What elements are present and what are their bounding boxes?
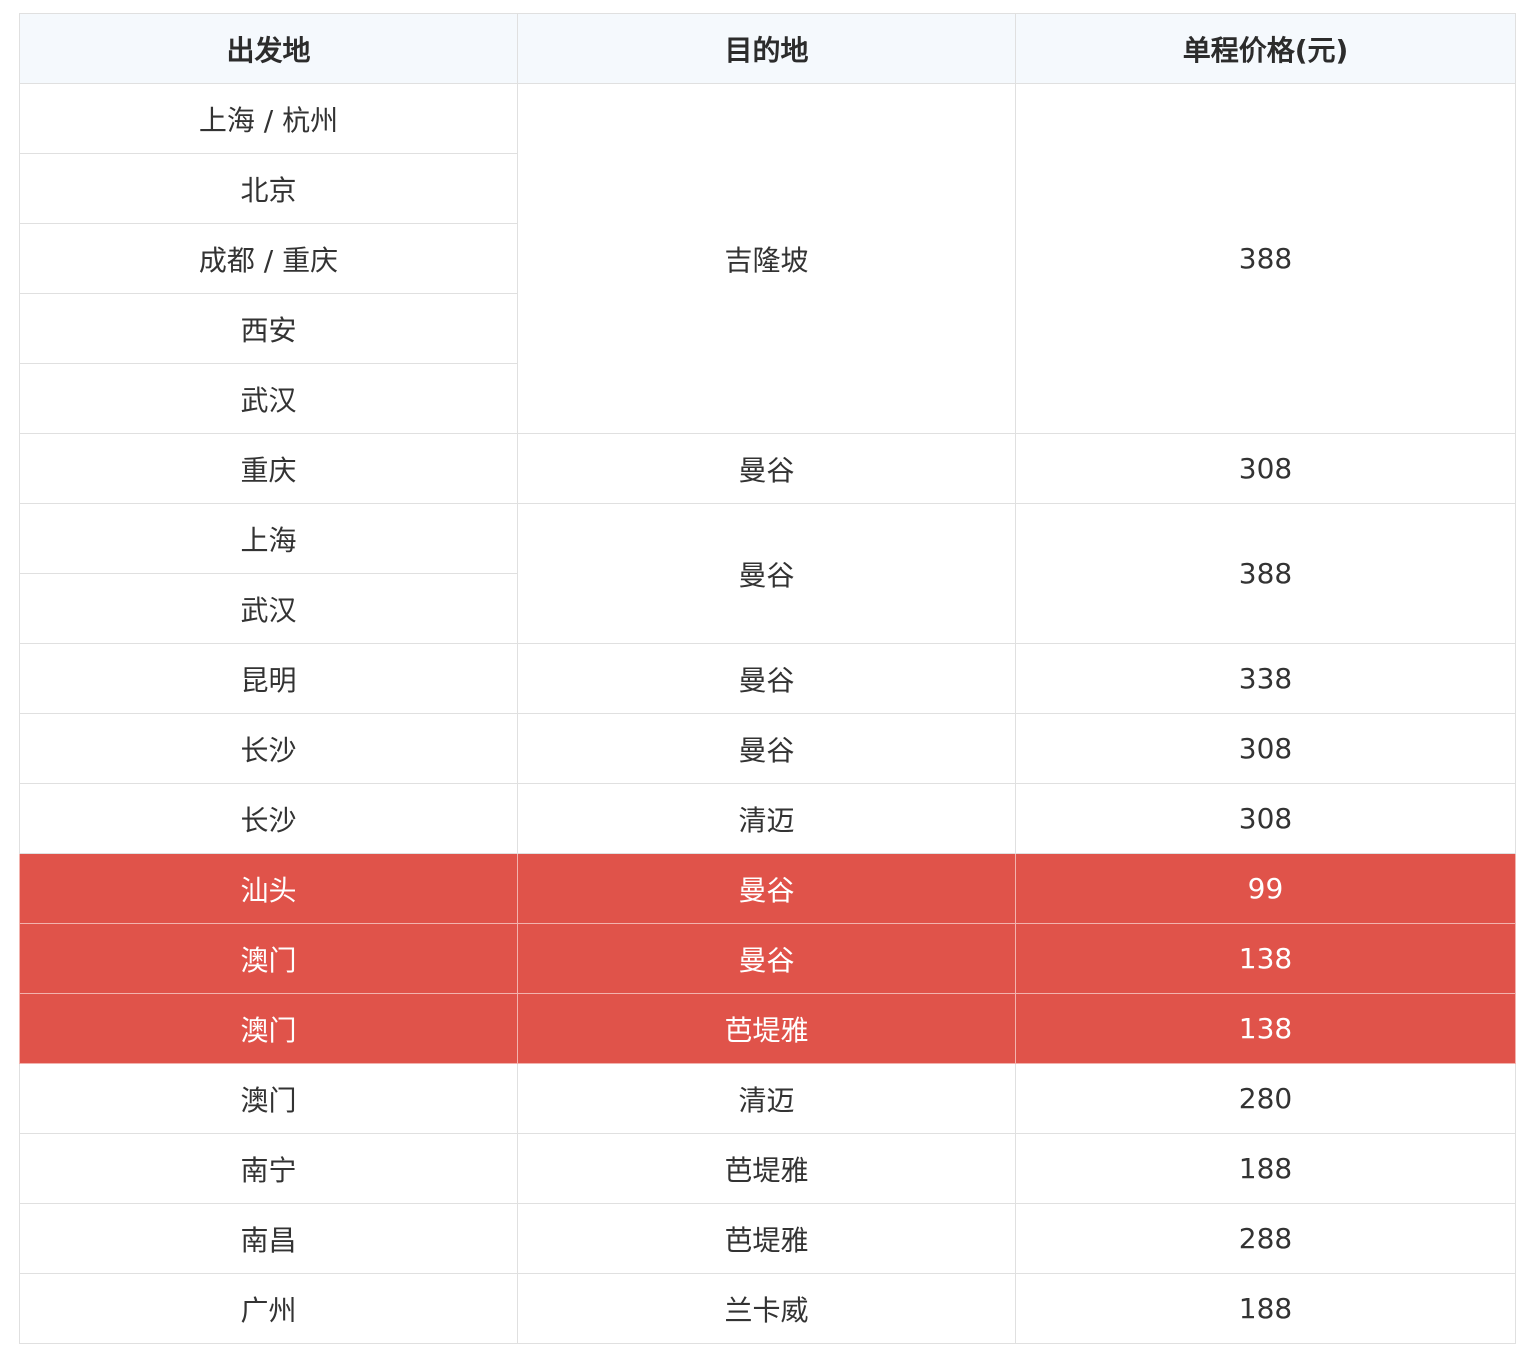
table-row-highlighted: 汕头 曼谷 99 xyxy=(19,853,1516,924)
header-destination: 目的地 xyxy=(517,13,1016,84)
origin-cell: 北京 xyxy=(19,153,518,224)
destination-cell: 曼谷 xyxy=(517,433,1016,504)
destination-cell: 曼谷 xyxy=(517,853,1016,924)
price-cell: 388 xyxy=(1015,83,1516,434)
table-row: 昆明 曼谷 338 xyxy=(19,643,1516,714)
price-cell: 308 xyxy=(1015,783,1516,854)
price-cell: 188 xyxy=(1015,1273,1516,1344)
price-cell: 280 xyxy=(1015,1063,1516,1134)
origin-cell: 南宁 xyxy=(19,1133,518,1204)
table-row: 广州 兰卡威 188 xyxy=(19,1273,1516,1344)
price-cell: 288 xyxy=(1015,1203,1516,1274)
table-row: 长沙 曼谷 308 xyxy=(19,713,1516,784)
origin-cell: 成都 / 重庆 xyxy=(19,223,518,294)
origin-cell: 南昌 xyxy=(19,1203,518,1274)
fare-table: 出发地 目的地 单程价格(元) 上海 / 杭州 吉隆坡 388 北京 成都 / … xyxy=(19,13,1516,1344)
price-cell: 188 xyxy=(1015,1133,1516,1204)
destination-cell: 曼谷 xyxy=(517,713,1016,784)
destination-cell: 兰卡威 xyxy=(517,1273,1016,1344)
destination-cell: 清迈 xyxy=(517,783,1016,854)
table-row: 上海 曼谷 388 xyxy=(19,503,1516,644)
destination-cell: 芭堤雅 xyxy=(517,1133,1016,1204)
origin-cell: 长沙 xyxy=(19,783,518,854)
price-cell: 388 xyxy=(1015,503,1516,644)
table-row: 南宁 芭堤雅 188 xyxy=(19,1133,1516,1204)
destination-cell: 曼谷 xyxy=(517,643,1016,714)
table-row-highlighted: 澳门 曼谷 138 xyxy=(19,923,1516,994)
table-row: 长沙 清迈 308 xyxy=(19,783,1516,854)
destination-cell: 芭堤雅 xyxy=(517,993,1016,1064)
header-row: 出发地 目的地 单程价格(元) xyxy=(19,13,1516,84)
price-cell: 138 xyxy=(1015,993,1516,1064)
origin-cell: 武汉 xyxy=(19,363,518,434)
destination-cell: 曼谷 xyxy=(517,923,1016,994)
origin-cell: 武汉 xyxy=(19,573,518,644)
destination-cell: 芭堤雅 xyxy=(517,1203,1016,1274)
origin-cell: 西安 xyxy=(19,293,518,364)
price-cell: 99 xyxy=(1015,853,1516,924)
destination-cell: 曼谷 xyxy=(517,503,1016,644)
table-row-highlighted: 澳门 芭堤雅 138 xyxy=(19,993,1516,1064)
price-cell: 308 xyxy=(1015,433,1516,504)
origin-cell: 上海 / 杭州 xyxy=(19,83,518,154)
header-price: 单程价格(元) xyxy=(1015,13,1516,84)
price-cell: 308 xyxy=(1015,713,1516,784)
header-origin: 出发地 xyxy=(19,13,518,84)
origin-cell: 澳门 xyxy=(19,993,518,1064)
table-row: 南昌 芭堤雅 288 xyxy=(19,1203,1516,1274)
table-row: 上海 / 杭州 吉隆坡 388 xyxy=(19,83,1516,434)
destination-cell: 吉隆坡 xyxy=(517,83,1016,434)
origin-cell: 长沙 xyxy=(19,713,518,784)
price-cell: 138 xyxy=(1015,923,1516,994)
origin-cell: 上海 xyxy=(19,503,518,574)
origin-cell: 汕头 xyxy=(19,853,518,924)
origin-cell: 澳门 xyxy=(19,1063,518,1134)
table-row: 澳门 清迈 280 xyxy=(19,1063,1516,1134)
origin-cell: 广州 xyxy=(19,1273,518,1344)
price-cell: 338 xyxy=(1015,643,1516,714)
origin-cell: 重庆 xyxy=(19,433,518,504)
origin-cell: 昆明 xyxy=(19,643,518,714)
table-row: 重庆 曼谷 308 xyxy=(19,433,1516,504)
origin-cell: 澳门 xyxy=(19,923,518,994)
destination-cell: 清迈 xyxy=(517,1063,1016,1134)
